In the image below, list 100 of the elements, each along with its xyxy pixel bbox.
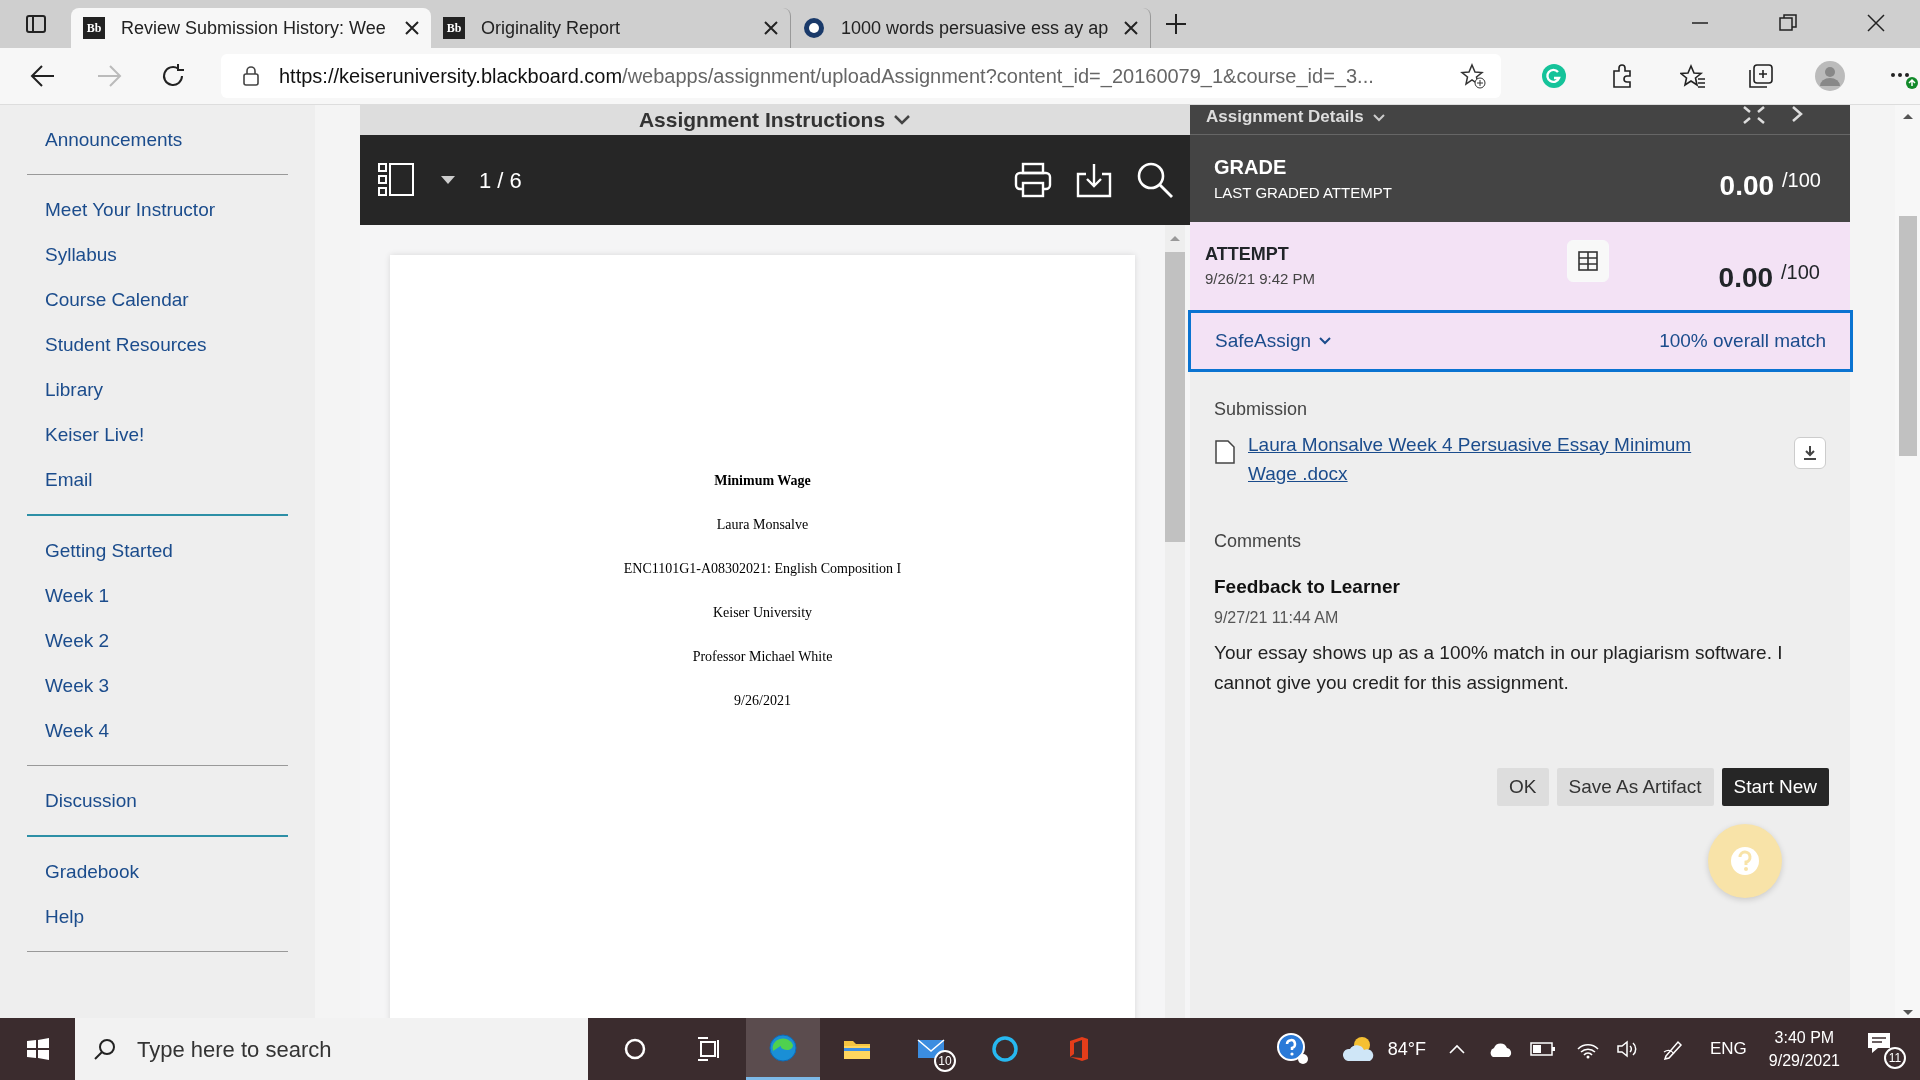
- search-field[interactable]: Type here to search: [75, 1018, 588, 1080]
- scrollbar-thumb[interactable]: [1898, 216, 1917, 456]
- reload-icon[interactable]: [160, 63, 186, 89]
- notifications-button[interactable]: 11: [1866, 1029, 1906, 1069]
- document-icon: [1214, 439, 1236, 465]
- chevron-down-icon: [1319, 337, 1332, 345]
- sidebar-link[interactable]: Meet Your Instructor: [27, 187, 288, 232]
- comment-date: 9/27/21 11:44 AM: [1214, 607, 1340, 628]
- document-line: Keiser University: [711, 604, 814, 622]
- close-icon[interactable]: [405, 21, 419, 35]
- browser-tab[interactable]: Bb Review Submission History: Wee: [71, 8, 431, 48]
- chevron-right-icon[interactable]: [1790, 105, 1804, 123]
- close-icon[interactable]: [1865, 12, 1887, 34]
- grade-label: GRADE: [1214, 155, 1288, 181]
- expand-icon[interactable]: [1742, 105, 1766, 125]
- favorite-add-icon[interactable]: [1460, 63, 1486, 89]
- document-line: Professor Michael White: [691, 648, 834, 666]
- favicon: Bb: [443, 17, 465, 39]
- sidebar-link[interactable]: Syllabus: [27, 232, 288, 277]
- print-icon[interactable]: [1014, 162, 1052, 198]
- ring-icon: [991, 1035, 1019, 1063]
- sidebar-link[interactable]: Library: [27, 367, 288, 412]
- address-bar[interactable]: https://keiseruniversity.blackboard.com/webapps/assignment/uploadAssignment?content_id=_20160079_1&course_id=_3...: [221, 54, 1501, 98]
- section-label: Submission: [1214, 398, 1309, 421]
- count-badge: 10: [934, 1050, 956, 1072]
- sidebar-link[interactable]: Week 2: [27, 618, 288, 663]
- sidebar-link[interactable]: Help: [27, 894, 288, 939]
- new-tab-icon[interactable]: [1165, 13, 1187, 35]
- weather-icon[interactable]: [1341, 1034, 1376, 1064]
- battery-icon[interactable]: [1529, 1041, 1556, 1057]
- help-icon: [1730, 846, 1760, 876]
- search-icon: [93, 1037, 117, 1061]
- grid-icon: [1577, 251, 1598, 271]
- document-line: ENC1101G1-A08302021: English Composition I: [622, 560, 903, 578]
- sidebar-link[interactable]: Week 3: [27, 663, 288, 708]
- sidebar-link[interactable]: Student Resources: [27, 322, 288, 367]
- sidebar-link[interactable]: Week 4: [27, 708, 288, 753]
- close-icon[interactable]: [764, 21, 778, 35]
- help-icon[interactable]: [1275, 1032, 1310, 1066]
- comment-text: Your essay shows up as a 100% match in our plagiarism software. I cannot give you credit for this assignment.: [1214, 640, 1784, 695]
- scrollbar-thumb[interactable]: [1165, 252, 1185, 542]
- clock[interactable]: 3:40 PM 9/29/2021: [1768, 1026, 1840, 1072]
- document-line: Laura Monsalve: [715, 516, 810, 534]
- thumbnails-icon[interactable]: [378, 162, 414, 198]
- file-link[interactable]: Laura Monsalve Week 4 Persuasive Essay Minimum Wage .docx: [1248, 431, 1733, 488]
- sidebar-link[interactable]: Week 1: [27, 573, 288, 618]
- search-icon[interactable]: [1136, 161, 1174, 199]
- favicon: Bb: [83, 17, 105, 39]
- sidebar-link[interactable]: Getting Started: [27, 528, 288, 573]
- download-icon: [1802, 445, 1818, 461]
- sidebar-link[interactable]: Course Calendar: [27, 277, 288, 322]
- close-icon[interactable]: [1124, 21, 1138, 35]
- restore-icon[interactable]: [1777, 12, 1799, 34]
- grid-view-button[interactable]: [1566, 240, 1609, 282]
- sidebar-link[interactable]: Email: [27, 457, 288, 502]
- sidebar-link[interactable]: Gradebook: [27, 849, 288, 894]
- sidebar-link[interactable]: Keiser Live!: [27, 412, 288, 457]
- temperature[interactable]: 84°F: [1387, 1035, 1426, 1063]
- comment-title: Feedback to Learner: [1214, 575, 1401, 599]
- language-indicator[interactable]: ENG: [1709, 1036, 1747, 1062]
- start-button[interactable]: Start New: [1721, 767, 1829, 806]
- document-title: Minimum Wage: [713, 472, 812, 490]
- url-text: https://keiseruniversity.blackboard.com/webapps/assignment/uploadAssignment?content_id=_20160079_1&course_id=_3...: [279, 64, 1374, 90]
- attempt-label: ATTEMPT: [1205, 243, 1290, 267]
- tab-title: Originality Report: [481, 16, 622, 40]
- favorites-icon[interactable]: [1680, 63, 1706, 89]
- document-line: 9/26/2021: [733, 692, 792, 710]
- attempt-date: 9/26/21 9:42 PM: [1205, 269, 1316, 290]
- attempt-score: 0.00: [1718, 261, 1774, 295]
- grade-max: /100: [1782, 167, 1821, 193]
- profile-avatar-icon[interactable]: [1814, 60, 1846, 92]
- lock-icon: [241, 65, 261, 87]
- taskbar-app[interactable]: 10: [894, 1018, 968, 1080]
- section-label: Comments: [1214, 530, 1303, 553]
- chevron-up-icon[interactable]: [1447, 1043, 1466, 1055]
- chevron-down-icon: [1371, 112, 1386, 122]
- attempt-max: /100: [1781, 260, 1820, 285]
- count-badge: 11: [1884, 1047, 1906, 1069]
- ring-icon: [803, 17, 825, 39]
- collections-icon[interactable]: [1748, 63, 1774, 89]
- safeassign-link: SafeAssign: [1215, 326, 1332, 356]
- scrollbar[interactable]: [1165, 225, 1185, 1018]
- sidebar-link[interactable]: Announcements: [27, 117, 288, 162]
- safeassign-row[interactable]: SafeAssign 100% overall match: [1188, 310, 1853, 372]
- match-score: 100% overall match: [1659, 328, 1826, 353]
- sidebar-link[interactable]: Discussion: [27, 778, 288, 823]
- windows-logo-icon: [25, 1037, 50, 1061]
- dropdown-caret-icon[interactable]: [441, 176, 455, 184]
- pen-icon[interactable]: [1661, 1038, 1684, 1060]
- browser-icon: [769, 1033, 797, 1062]
- action-button[interactable]: OK: [1497, 767, 1549, 806]
- page-indicator: 1 / 6: [479, 166, 522, 195]
- grade-sublabel: LAST GRADED ATTEMPT: [1214, 183, 1392, 204]
- tab-title: Review Submission History: Wee: [121, 16, 387, 40]
- grade-score: 0.00: [1719, 168, 1775, 203]
- action-button[interactable]: Save As Artifact: [1556, 767, 1714, 806]
- back-icon[interactable]: [30, 63, 56, 89]
- download-icon[interactable]: [1076, 162, 1112, 198]
- sidebar-toggle-icon[interactable]: [25, 13, 47, 35]
- download-button[interactable]: [1794, 437, 1826, 469]
